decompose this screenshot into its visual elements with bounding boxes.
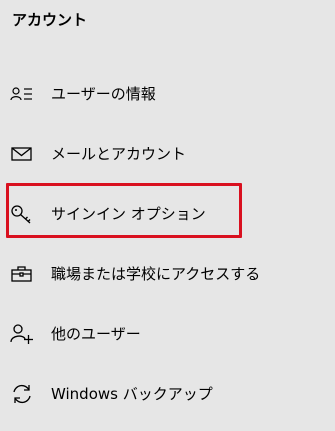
nav-item-other-users[interactable]: 他のユーザー bbox=[0, 304, 335, 364]
nav-item-email-accounts[interactable]: メールとアカウント bbox=[0, 124, 335, 184]
key-icon bbox=[10, 203, 34, 225]
nav-item-label: 他のユーザー bbox=[51, 325, 141, 343]
add-user-icon bbox=[10, 323, 34, 345]
page-title: アカウント bbox=[12, 11, 88, 29]
mail-icon bbox=[10, 143, 34, 165]
nav-item-your-info[interactable]: ユーザーの情報 bbox=[0, 64, 335, 124]
nav-item-label: メールとアカウント bbox=[51, 145, 187, 163]
nav-item-label: ユーザーの情報 bbox=[51, 85, 156, 103]
nav-item-label: 職場または学校にアクセスする bbox=[51, 265, 261, 283]
nav-item-label: Windows バックアップ bbox=[51, 385, 213, 403]
user-info-icon bbox=[10, 83, 34, 105]
briefcase-icon bbox=[10, 263, 34, 285]
nav-item-label: サインイン オプション bbox=[51, 205, 206, 223]
nav-item-access-work-school[interactable]: 職場または学校にアクセスする bbox=[0, 244, 335, 304]
sync-icon bbox=[10, 383, 34, 405]
nav-item-sign-in-options[interactable]: サインイン オプション bbox=[0, 184, 335, 244]
nav-item-windows-backup[interactable]: Windows バックアップ bbox=[0, 364, 335, 424]
